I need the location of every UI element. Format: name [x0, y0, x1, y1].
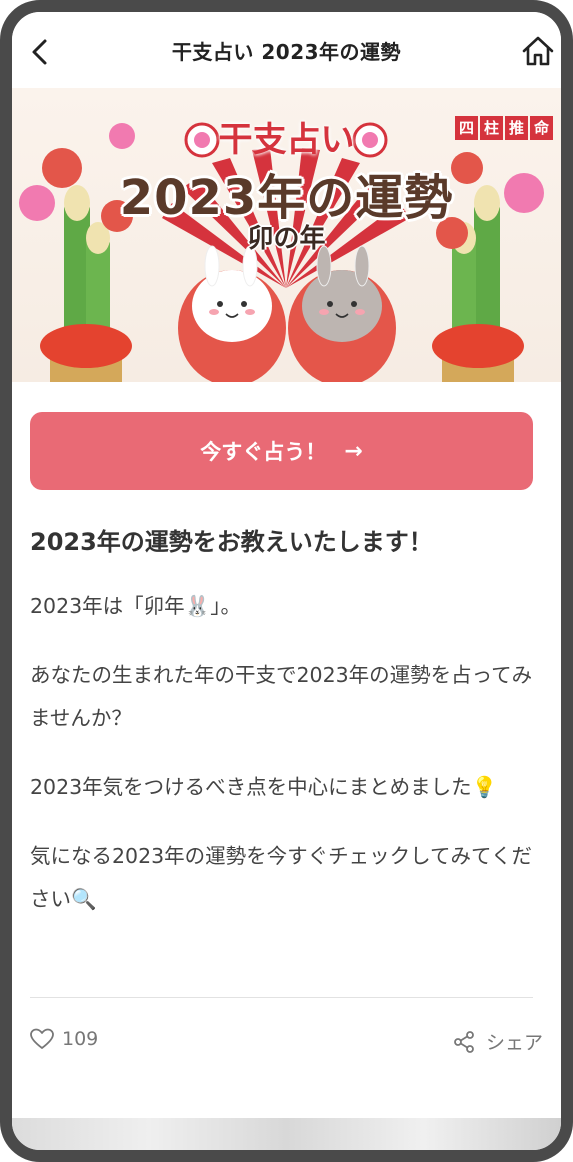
- article-paragraph: 2023年は「卯年🐰」。: [30, 594, 241, 618]
- heart-icon: [30, 1028, 54, 1049]
- article-paragraph: 2023年気をつけるべき点を中心にまとめました💡: [30, 775, 498, 799]
- home-button[interactable]: [521, 34, 555, 68]
- top-bar: 干支占い 2023年の運勢: [12, 12, 561, 88]
- article-paragraph: あなたの生まれた年の干支で2023年の運勢を占ってみませんか？: [30, 663, 533, 730]
- phone-frame: 干支占い 2023年の運勢 四 柱 推 命 干支占い 2023年の運勢 卯の年 …: [0, 0, 573, 1162]
- hero-banner[interactable]: 四 柱 推 命 干支占い 2023年の運勢 卯の年: [12, 88, 561, 382]
- banner-title-sub: 卯の年: [247, 224, 326, 254]
- home-icon: [522, 36, 554, 66]
- like-count: 109: [62, 1028, 99, 1050]
- next-content-preview: [12, 1118, 561, 1150]
- share-icon: [454, 1030, 474, 1053]
- back-button[interactable]: [28, 38, 52, 66]
- share-label: シェア: [485, 1032, 543, 1054]
- article-heading: 2023年の運勢をお教えいたします！: [30, 528, 433, 556]
- divider: [30, 997, 533, 998]
- fortune-start-button[interactable]: 今すぐ占う！ →: [30, 412, 533, 490]
- arrow-right-icon: →: [344, 438, 363, 464]
- article-body: 2023年の運勢をお教えいたします！ 2023年は「卯年🐰」。 あなたの生まれた…: [30, 522, 535, 947]
- like-button[interactable]: 109: [30, 1028, 98, 1050]
- chevron-left-icon: [32, 39, 47, 65]
- article-paragraph: 気になる2023年の運勢を今すぐチェックしてみてください🔍: [30, 844, 532, 911]
- share-button[interactable]: シェア: [452, 1028, 543, 1055]
- banner-title-top: 干支占い: [218, 120, 355, 160]
- page-title: 干支占い 2023年の運勢: [171, 39, 402, 64]
- cta-label: 今すぐ占う！: [200, 440, 327, 464]
